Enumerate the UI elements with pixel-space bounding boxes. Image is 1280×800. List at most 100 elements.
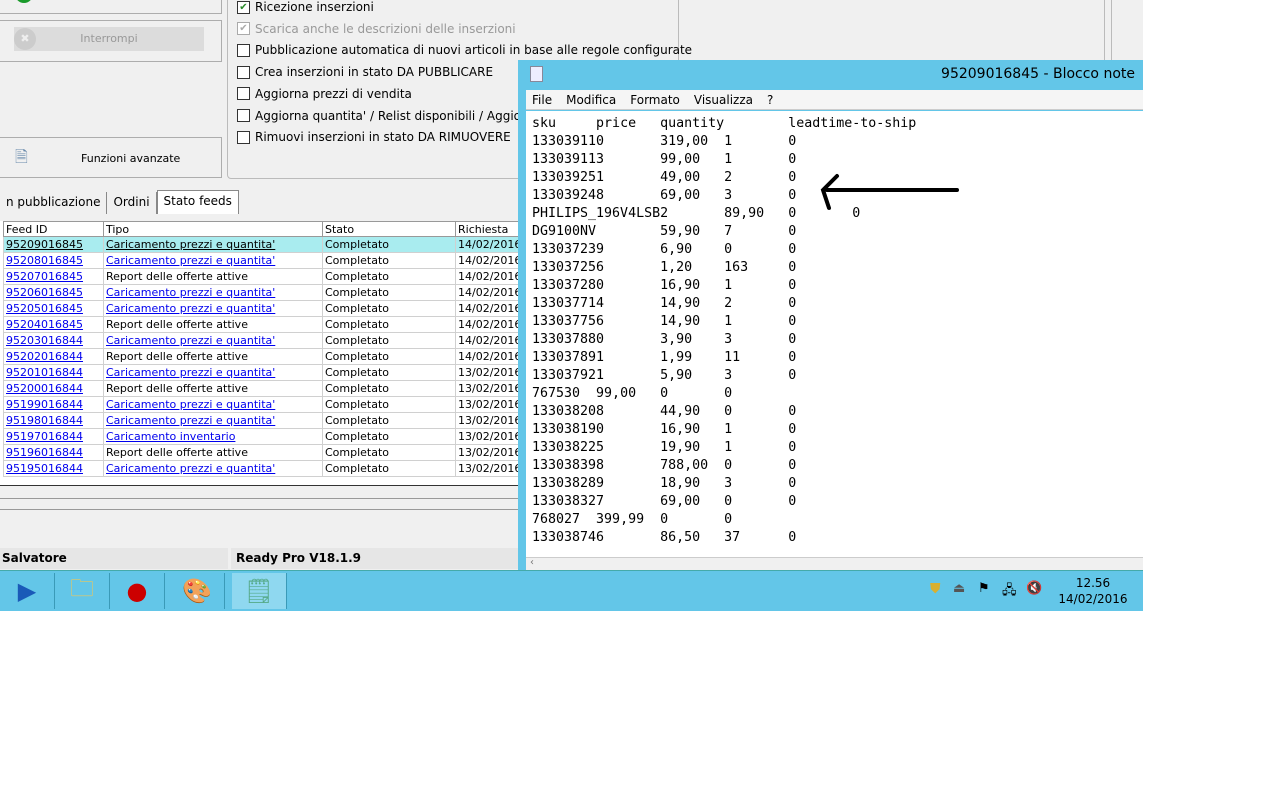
column-header-tipo[interactable]: Tipo <box>103 221 323 237</box>
feed-id-link[interactable]: 95199016844 <box>6 398 83 411</box>
table-row[interactable]: 95209016845 Caricamento prezzi e quantita… <box>3 236 520 253</box>
tipo-cell[interactable]: Caricamento prezzi e quantita' <box>103 396 323 413</box>
feed-id-link[interactable]: 95196016844 <box>6 446 83 459</box>
feed-id-link[interactable]: 95208016845 <box>6 254 83 267</box>
tipo-cell[interactable]: Caricamento prezzi e quantita' <box>103 300 323 317</box>
notepad-taskbar-icon[interactable]: 🗒 <box>232 573 287 609</box>
checkbox-icon[interactable]: ✔ <box>237 22 250 36</box>
horizontal-scrollbar[interactable] <box>0 498 520 510</box>
shield-icon[interactable]: ⛊ <box>930 581 941 597</box>
scroll-left-icon[interactable]: ‹ <box>530 557 534 568</box>
checkbox-icon[interactable] <box>237 43 250 57</box>
table-row[interactable]: 95205016845 Caricamento prezzi e quantita… <box>3 300 520 317</box>
feed-id-cell[interactable]: 95204016845 <box>3 316 104 333</box>
tipo-cell[interactable]: Caricamento prezzi e quantita' <box>103 332 323 349</box>
option-checkbox[interactable]: Crea inserzioni in stato DA PUBBLICARE <box>237 65 493 79</box>
feed-id-link[interactable]: 95204016845 <box>6 318 83 331</box>
checkbox-icon[interactable] <box>237 87 250 101</box>
feed-id-link[interactable]: 95203016844 <box>6 334 83 347</box>
table-row[interactable]: 95203016844 Caricamento prezzi e quantita… <box>3 332 520 349</box>
stop-button[interactable]: ✖ Interrompi <box>0 20 222 62</box>
tipo-link[interactable]: Caricamento prezzi e quantita' <box>106 302 275 315</box>
notepad-horizontal-scrollbar[interactable]: ‹ <box>526 557 1143 571</box>
tipo-cell[interactable]: Caricamento inventario <box>103 428 323 445</box>
feed-id-cell[interactable]: 95206016845 <box>3 284 104 301</box>
feed-id-link[interactable]: 95201016844 <box>6 366 83 379</box>
menu-file[interactable]: File <box>532 93 552 107</box>
usb-safe-remove-icon[interactable]: ⏏ <box>953 581 965 596</box>
advanced-functions-button[interactable]: 🗎 Funzioni avanzate <box>0 137 222 178</box>
option-checkbox[interactable]: Pubblicazione automatica di nuovi artico… <box>237 43 692 57</box>
tipo-link[interactable]: Caricamento inventario <box>106 430 235 443</box>
option-checkbox[interactable]: ✔ Ricezione inserzioni <box>237 0 374 14</box>
feed-id-link[interactable]: 95207016845 <box>6 270 83 283</box>
tipo-cell[interactable]: Caricamento prezzi e quantita' <box>103 284 323 301</box>
feed-id-cell[interactable]: 95197016844 <box>3 428 104 445</box>
feed-id-link[interactable]: 95205016845 <box>6 302 83 315</box>
feed-id-cell[interactable]: 95199016844 <box>3 396 104 413</box>
table-row[interactable]: 95208016845 Caricamento prezzi e quantita… <box>3 252 520 269</box>
option-checkbox[interactable]: Aggiorna prezzi di vendita <box>237 87 412 101</box>
table-row[interactable]: 95201016844 Caricamento prezzi e quantita… <box>3 364 520 381</box>
feed-id-cell[interactable]: 95200016844 <box>3 380 104 397</box>
tipo-link[interactable]: Caricamento prezzi e quantita' <box>106 414 275 427</box>
tipo-link[interactable]: Caricamento prezzi e quantita' <box>106 366 275 379</box>
tipo-cell[interactable]: Caricamento prezzi e quantita' <box>103 252 323 269</box>
feed-id-cell[interactable]: 95208016845 <box>3 252 104 269</box>
tab-pubblicazione[interactable]: n pubblicazione <box>0 192 108 214</box>
feed-id-cell[interactable]: 95203016844 <box>3 332 104 349</box>
feed-id-link[interactable]: 95198016844 <box>6 414 83 427</box>
option-checkbox[interactable]: Rimuovi inserzioni in stato DA RIMUOVERE <box>237 130 511 144</box>
tipo-cell[interactable]: Caricamento prezzi e quantita' <box>103 460 323 477</box>
start-button[interactable] <box>0 0 222 14</box>
powershell-icon[interactable]: ▶ <box>0 573 55 609</box>
table-row[interactable]: 95200016844 Report delle offerte attive Co… <box>3 380 520 397</box>
column-header-richiesta[interactable]: Richiesta <box>455 221 520 237</box>
volume-muted-icon[interactable]: 🔇 <box>1026 581 1042 596</box>
option-checkbox[interactable]: ✔ Scarica anche le descrizioni delle inse… <box>237 22 516 36</box>
feed-id-cell[interactable]: 95205016845 <box>3 300 104 317</box>
feed-id-link[interactable]: 95197016844 <box>6 430 83 443</box>
tipo-link[interactable]: Caricamento prezzi e quantita' <box>106 286 275 299</box>
tipo-link[interactable]: Caricamento prezzi e quantita' <box>106 462 275 475</box>
tipo-link[interactable]: Caricamento prezzi e quantita' <box>106 334 275 347</box>
tipo-link[interactable]: Caricamento prezzi e quantita' <box>106 254 275 267</box>
feed-id-cell[interactable]: 95207016845 <box>3 268 104 285</box>
feed-id-link[interactable]: 95209016845 <box>6 238 83 251</box>
table-row[interactable]: 95202016844 Report delle offerte attive Co… <box>3 348 520 365</box>
tab-ordini[interactable]: Ordini <box>107 192 157 214</box>
table-row[interactable]: 95199016844 Caricamento prezzi e quantita… <box>3 396 520 413</box>
table-row[interactable]: 95195016844 Caricamento prezzi e quantita… <box>3 460 520 477</box>
option-checkbox[interactable]: Aggiorna quantita' / Relist disponibili … <box>237 109 549 123</box>
checkbox-icon[interactable] <box>237 109 250 122</box>
feed-id-cell[interactable]: 95196016844 <box>3 444 104 461</box>
tab-stato-feeds[interactable]: Stato feeds <box>156 190 239 214</box>
feed-id-cell[interactable]: 95202016844 <box>3 348 104 365</box>
menu-visualizza[interactable]: Visualizza <box>694 93 753 107</box>
feed-id-cell[interactable]: 95209016845 <box>3 236 104 253</box>
network-icon[interactable]: 🖧 <box>1002 581 1017 603</box>
column-header-feed-id[interactable]: Feed ID <box>3 221 104 237</box>
checkbox-icon[interactable] <box>237 65 250 79</box>
feed-id-link[interactable]: 95202016844 <box>6 350 83 363</box>
file-explorer-icon[interactable]: 🗀 <box>55 573 110 609</box>
tipo-link[interactable]: Caricamento prezzi e quantita' <box>106 398 275 411</box>
menu-help[interactable]: ? <box>767 93 773 107</box>
table-row[interactable]: 95196016844 Report delle offerte attive Co… <box>3 444 520 461</box>
feed-id-cell[interactable]: 95195016844 <box>3 460 104 477</box>
tipo-cell[interactable]: Caricamento prezzi e quantita' <box>103 236 323 253</box>
table-row[interactable]: 95198016844 Caricamento prezzi e quantita… <box>3 412 520 429</box>
tipo-link[interactable]: Caricamento prezzi e quantita' <box>106 238 275 251</box>
action-center-flag-icon[interactable]: ⚑ <box>978 581 990 596</box>
feed-id-cell[interactable]: 95201016844 <box>3 364 104 381</box>
feed-id-link[interactable]: 95206016845 <box>6 286 83 299</box>
table-row[interactable]: 95204016845 Report delle offerte attive Co… <box>3 316 520 333</box>
tipo-cell[interactable]: Caricamento prezzi e quantita' <box>103 412 323 429</box>
table-row[interactable]: 95206016845 Caricamento prezzi e quantita… <box>3 284 520 301</box>
table-row[interactable]: 95207016845 Report delle offerte attive Co… <box>3 268 520 285</box>
checkbox-icon[interactable] <box>237 130 250 144</box>
paint-icon[interactable]: 🎨 <box>170 573 225 609</box>
feed-id-cell[interactable]: 95198016844 <box>3 412 104 429</box>
menu-modifica[interactable]: Modifica <box>566 93 616 107</box>
column-header-stato[interactable]: Stato <box>322 221 456 237</box>
